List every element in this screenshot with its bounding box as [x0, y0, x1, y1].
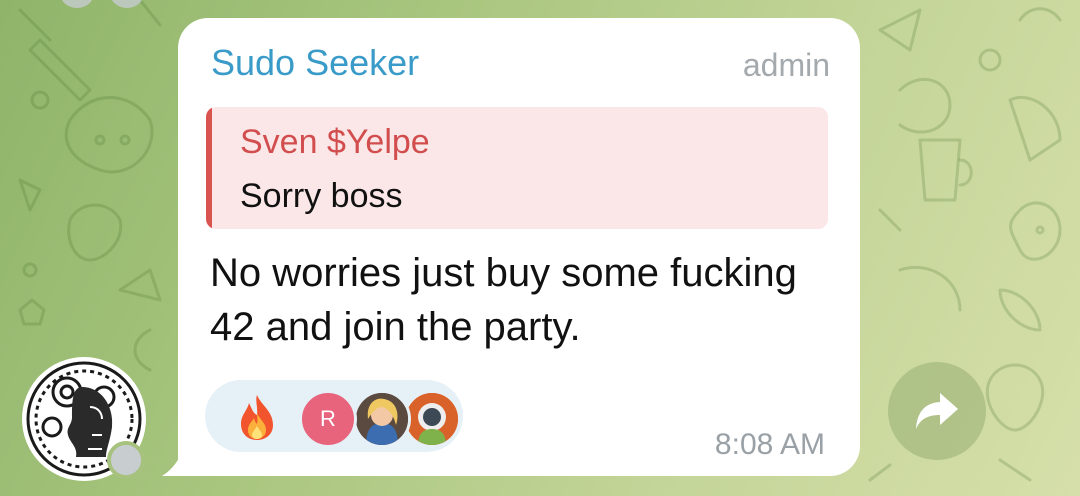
reply-sender-name: Sven $Yelpe — [240, 123, 430, 161]
forward-arrow-icon — [916, 393, 958, 429]
reactor-avatar — [353, 390, 411, 448]
reactor-avatar: R — [299, 390, 357, 448]
partial-avatar — [60, 0, 94, 8]
sender-name[interactable]: Sudo Seeker — [211, 42, 419, 84]
reply-quote[interactable]: Sven $Yelpe Sorry boss — [206, 107, 828, 229]
reactions-pill[interactable]: R — [205, 380, 463, 452]
reactor-avatar — [403, 390, 461, 448]
role-badge: admin — [742, 47, 830, 83]
reply-text: Sorry boss — [240, 177, 403, 215]
partial-avatar — [110, 0, 144, 8]
forward-button[interactable] — [888, 362, 986, 460]
fire-emoji-icon — [241, 395, 273, 440]
status-dot — [107, 441, 145, 479]
reply-accent-bar — [206, 107, 212, 229]
message-timestamp: 8:08 AM — [714, 428, 825, 461]
message-text: No worries just buy some fucking 42 and … — [210, 251, 797, 349]
